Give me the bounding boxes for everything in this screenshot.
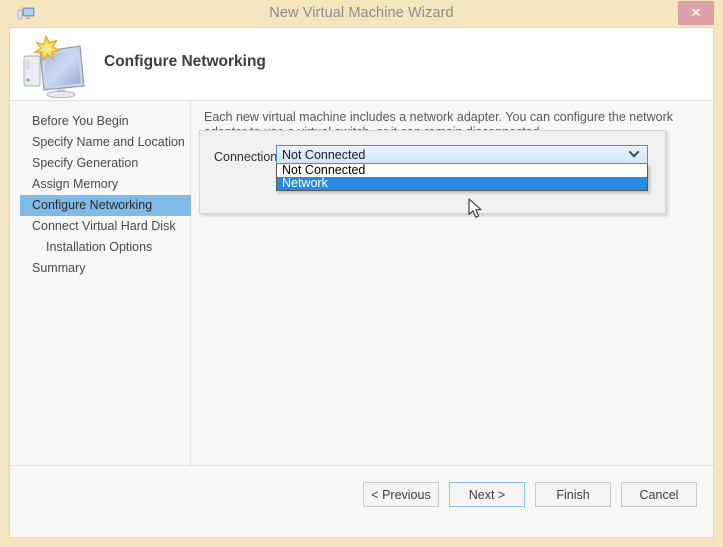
finish-button[interactable]: Finish	[535, 482, 611, 507]
sidebar-item-specify-generation[interactable]: Specify Generation	[20, 153, 190, 174]
title-bar: New Virtual Machine Wizard ✕	[9, 0, 714, 27]
sidebar-item-summary[interactable]: Summary	[20, 258, 190, 279]
wizard-footer: < Previous Next > Finish Cancel	[10, 465, 713, 537]
dropdown-option-network[interactable]: Network	[277, 177, 647, 190]
wizard-step-list: Before You Begin Specify Name and Locati…	[10, 101, 191, 467]
sidebar-item-connect-virtual-hard-disk[interactable]: Connect Virtual Hard Disk	[20, 216, 190, 237]
computer-star-icon	[18, 30, 92, 99]
window-title: New Virtual Machine Wizard	[269, 5, 454, 21]
wizard-content: Each new virtual machine includes a netw…	[192, 101, 713, 467]
sidebar-item-assign-memory[interactable]: Assign Memory	[20, 174, 190, 195]
window-client-area: Configure Networking Before You Begin Sp…	[9, 27, 714, 538]
sidebar-item-specify-name-and-location[interactable]: Specify Name and Location	[20, 132, 190, 153]
sidebar-item-installation-options[interactable]: Installation Options	[20, 237, 190, 258]
connection-combobox-value: Not Connected	[282, 148, 366, 162]
previous-button[interactable]: < Previous	[363, 482, 439, 507]
next-button[interactable]: Next >	[449, 482, 525, 507]
connection-combobox[interactable]: Not Connected	[276, 145, 648, 164]
connection-combobox-wrapper: Not Connected Not Connected Network	[276, 145, 648, 191]
close-icon[interactable]: ✕	[678, 1, 714, 25]
footer-button-group: < Previous Next > Finish Cancel	[363, 482, 697, 507]
wizard-body: Before You Begin Specify Name and Locati…	[10, 101, 713, 467]
vm-wizard-icon	[17, 5, 35, 22]
wizard-header: Configure Networking	[10, 28, 713, 101]
chevron-down-icon[interactable]	[628, 149, 640, 161]
sidebar-item-before-you-begin[interactable]: Before You Begin	[20, 111, 190, 132]
connection-dropdown-list[interactable]: Not Connected Network	[276, 164, 648, 191]
sidebar-item-configure-networking[interactable]: Configure Networking	[20, 195, 191, 216]
connection-label: Connection:	[214, 150, 281, 164]
dropdown-option-not-connected[interactable]: Not Connected	[277, 164, 647, 177]
connection-panel: Connection: Not Connected Not Connected …	[199, 130, 666, 214]
wizard-window: New Virtual Machine Wizard ✕ Configure N…	[0, 0, 723, 547]
cancel-button[interactable]: Cancel	[621, 482, 697, 507]
page-title: Configure Networking	[104, 53, 266, 70]
